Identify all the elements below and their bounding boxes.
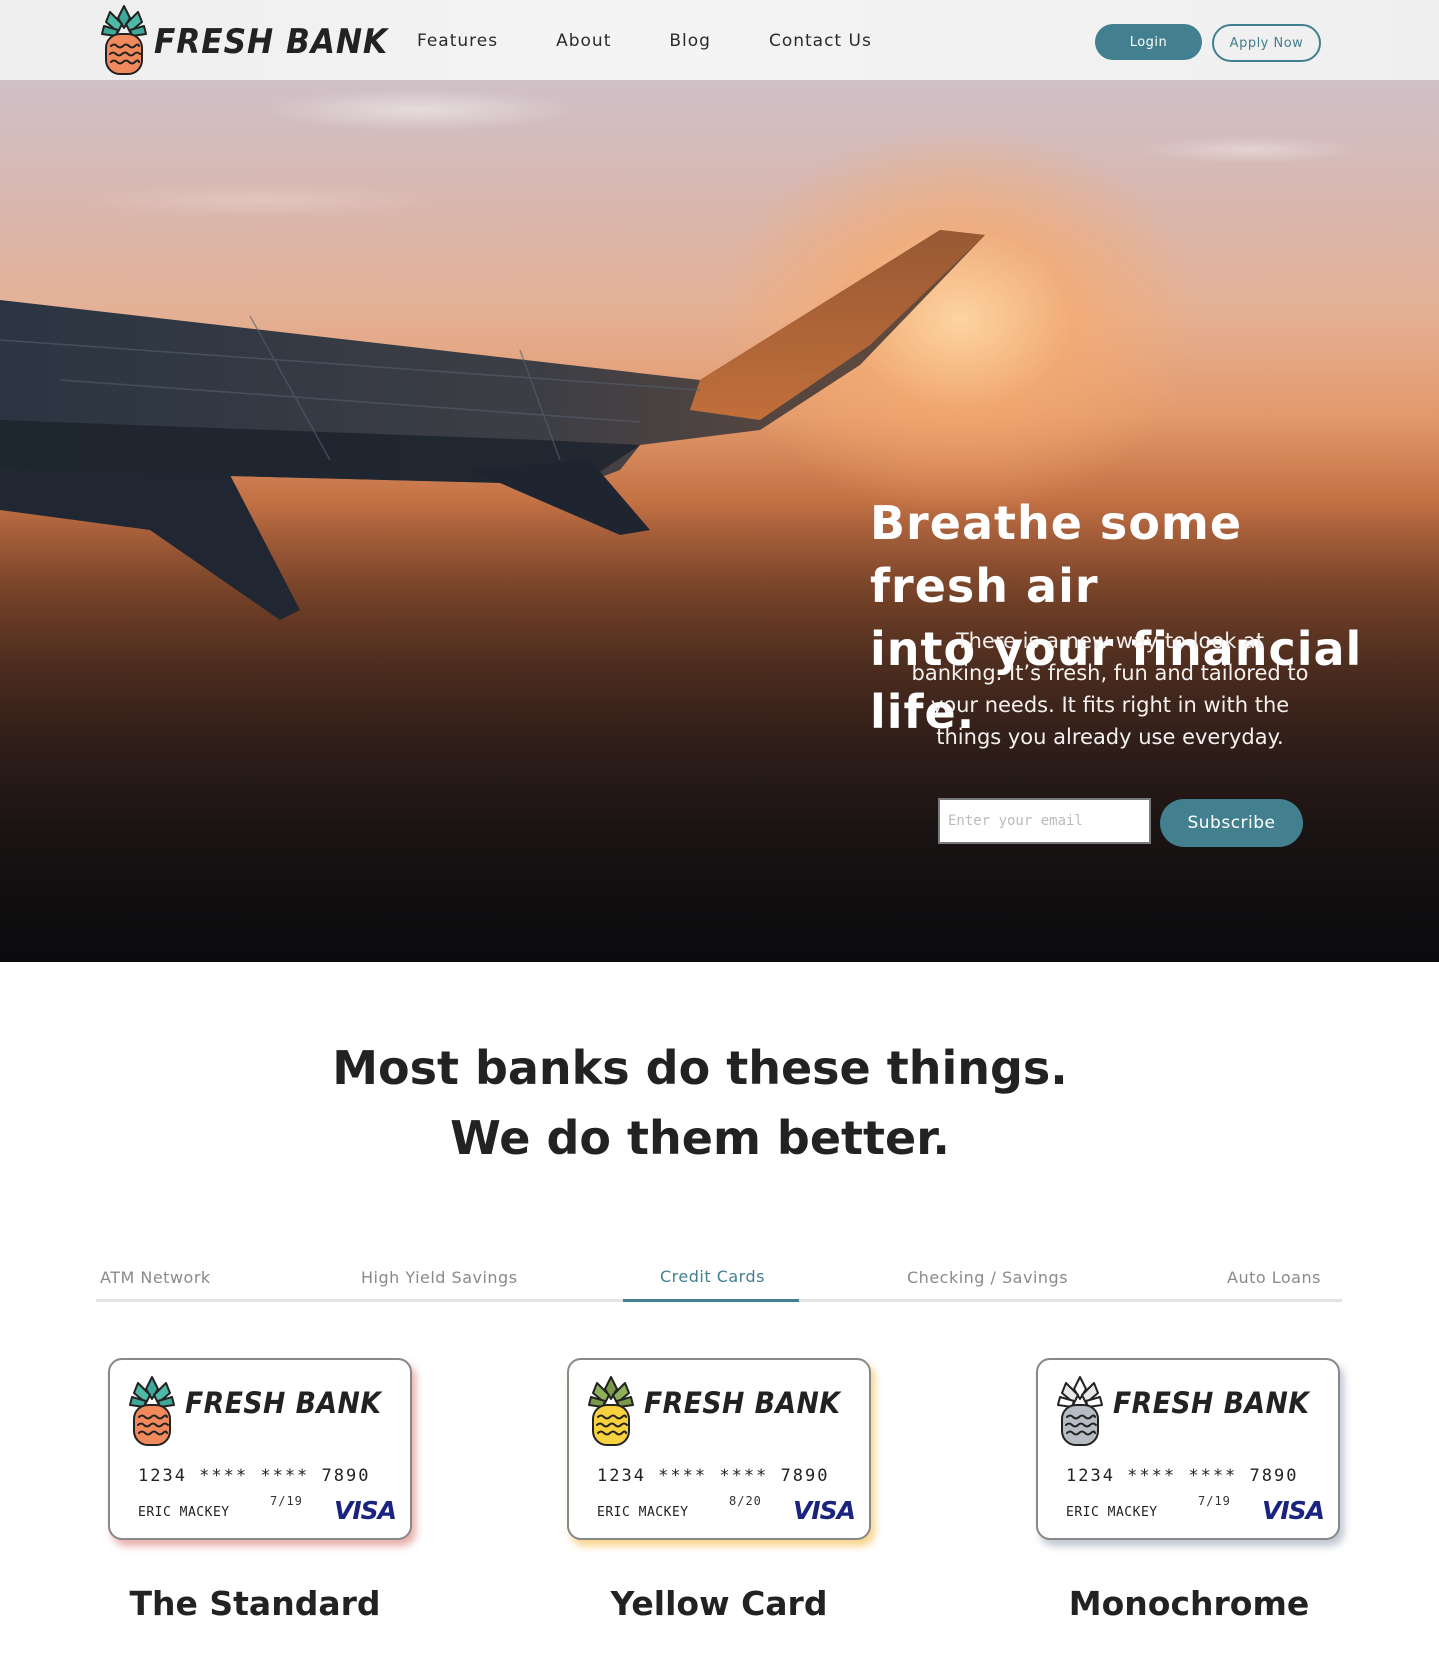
nav-features[interactable]: Features <box>417 31 498 51</box>
feature-tabs: ATM Network High Yield Savings Credit Ca… <box>96 1262 1342 1302</box>
credit-card-yellow[interactable]: FRESH BANK 1234 **** **** 7890 8/20 ERIC… <box>567 1358 871 1540</box>
pineapple-icon <box>588 1376 634 1446</box>
pineapple-icon <box>129 1376 175 1446</box>
nav-about[interactable]: About <box>556 31 611 51</box>
brand-name: FRESH BANK <box>154 22 389 62</box>
card-brand: FRESH BANK <box>644 1386 841 1420</box>
apply-now-button[interactable]: Apply Now <box>1212 24 1321 62</box>
card-expiry: 7/19 <box>270 1494 303 1508</box>
hero-description: There is a new way to look at banking. I… <box>911 629 1309 749</box>
hero-title-line-1: Breathe some fresh air <box>870 496 1243 613</box>
tab-credit-cards[interactable]: Credit Cards <box>660 1267 765 1286</box>
card-holder: ERIC MACKEY <box>138 1505 230 1520</box>
logo[interactable]: FRESH BANK <box>100 4 408 76</box>
hero-section: Breathe some fresh air into your financi… <box>0 80 1439 962</box>
card-number: 1234 **** **** 7890 <box>138 1466 371 1486</box>
visa-logo: VISA <box>1262 1496 1325 1525</box>
features-title-line-1: Most banks do these things. <box>332 1041 1068 1095</box>
pineapple-icon <box>101 5 147 75</box>
card-title-yellow: Yellow Card <box>610 1584 828 1623</box>
card-brand: FRESH BANK <box>185 1386 382 1420</box>
login-button[interactable]: Login <box>1095 24 1202 60</box>
card-expiry: 8/20 <box>729 1494 762 1508</box>
features-title-line-2: We do them better. <box>450 1111 950 1165</box>
features-title: Most banks do these things. We do them b… <box>0 1033 1400 1173</box>
visa-logo: VISA <box>793 1496 856 1525</box>
tab-checking-savings[interactable]: Checking / Savings <box>907 1268 1068 1287</box>
site-header: FRESH BANK Features About Blog Contact U… <box>0 0 1439 80</box>
airplane-wing-image <box>0 230 985 620</box>
main-nav: Features About Blog Contact Us <box>417 31 930 51</box>
email-input[interactable] <box>938 798 1151 844</box>
card-number: 1234 **** **** 7890 <box>597 1466 830 1486</box>
card-number: 1234 **** **** 7890 <box>1066 1466 1299 1486</box>
credit-card-monochrome[interactable]: FRESH BANK 1234 **** **** 7890 7/19 ERIC… <box>1036 1358 1340 1540</box>
tab-high-yield-savings[interactable]: High Yield Savings <box>361 1268 518 1287</box>
card-holder: ERIC MACKEY <box>597 1505 689 1520</box>
card-brand: FRESH BANK <box>1113 1386 1310 1420</box>
nav-contact[interactable]: Contact Us <box>769 31 872 51</box>
visa-logo: VISA <box>334 1496 397 1525</box>
card-holder: ERIC MACKEY <box>1066 1505 1158 1520</box>
active-tab-indicator <box>623 1299 799 1302</box>
subscribe-button[interactable]: Subscribe <box>1160 799 1303 847</box>
card-title-standard: The Standard <box>129 1584 381 1623</box>
pineapple-icon <box>1057 1376 1103 1446</box>
credit-card-standard[interactable]: FRESH BANK 1234 **** **** 7890 7/19 ERIC… <box>108 1358 412 1540</box>
nav-blog[interactable]: Blog <box>669 31 711 51</box>
card-title-monochrome: Monochrome <box>1068 1584 1310 1623</box>
tab-auto-loans[interactable]: Auto Loans <box>1227 1268 1321 1287</box>
card-expiry: 7/19 <box>1198 1494 1231 1508</box>
tab-atm-network[interactable]: ATM Network <box>100 1268 211 1287</box>
